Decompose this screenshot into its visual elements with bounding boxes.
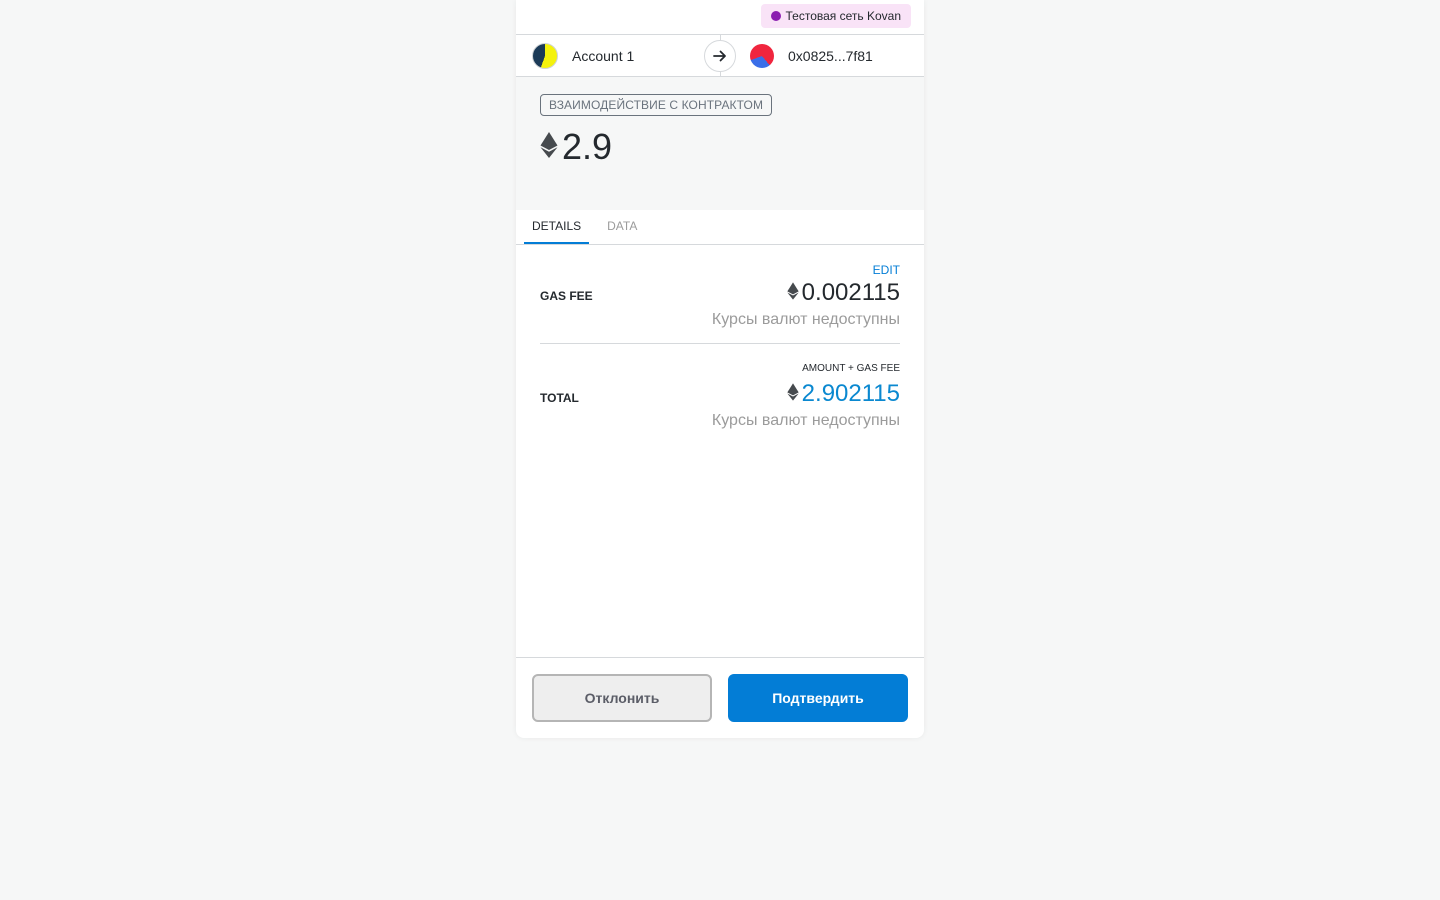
details-divider bbox=[540, 343, 900, 344]
details-panel: EDIT GAS FEE 0.002115 Курсы валют недост… bbox=[516, 261, 924, 430]
arrow-right-icon bbox=[704, 40, 736, 72]
edit-row: EDIT bbox=[540, 261, 900, 277]
network-label: Тестовая сеть Kovan bbox=[785, 9, 902, 23]
tab-details[interactable]: DETAILS bbox=[524, 210, 590, 244]
reject-button[interactable]: Отклонить bbox=[532, 674, 712, 722]
eth-icon bbox=[787, 279, 799, 307]
transaction-summary: ВЗАИМОДЕЙСТВИЕ С КОНТРАКТОМ 2.9 bbox=[516, 77, 924, 210]
recipient-avatar-icon bbox=[750, 43, 774, 68]
total-value: 2.902115 bbox=[801, 380, 900, 407]
total-label: TOTAL bbox=[540, 391, 579, 405]
details-tabs: DETAILS DATA bbox=[516, 210, 924, 245]
transaction-amount: 2.9 bbox=[562, 126, 613, 167]
total-fiat: Курсы валют недоступны bbox=[711, 412, 900, 429]
amount-row: 2.9 bbox=[540, 126, 900, 168]
gas-fee-value: 0.002115 bbox=[801, 279, 900, 306]
total-values: 2.902115 Курсы валют недоступны bbox=[712, 380, 900, 430]
confirm-button[interactable]: Подтвердить bbox=[728, 674, 908, 722]
total-subheading-row: AMOUNT + GAS FEE bbox=[540, 358, 900, 376]
network-indicator[interactable]: Тестовая сеть Kovan bbox=[760, 4, 911, 28]
network-bar: Тестовая сеть Kovan bbox=[516, 0, 924, 35]
edit-gas-button[interactable]: EDIT bbox=[873, 263, 900, 277]
gas-fee-fiat: Курсы валют недоступны bbox=[711, 311, 900, 328]
gas-fee-amount: 0.002115 bbox=[712, 279, 900, 307]
sender-avatar-icon bbox=[532, 42, 558, 69]
sender[interactable]: Account 1 bbox=[516, 42, 720, 69]
total-amount: 2.902115 bbox=[712, 380, 900, 408]
sender-recipient-bar: Account 1 0x0825...7f81 bbox=[516, 34, 924, 77]
footer-actions: Отклонить Подтвердить bbox=[516, 657, 924, 738]
eth-icon bbox=[540, 131, 558, 163]
network-status-dot bbox=[770, 11, 781, 21]
recipient-address: 0x0825...7f81 bbox=[788, 47, 873, 64]
action-badge: ВЗАИМОДЕЙСТВИЕ С КОНТРАКТОМ bbox=[540, 94, 773, 116]
eth-icon bbox=[787, 380, 799, 408]
total-row: TOTAL 2.902115 Курсы валют недоступны bbox=[540, 380, 900, 430]
tab-data[interactable]: DATA bbox=[599, 210, 645, 244]
gas-fee-label: GAS FEE bbox=[540, 289, 593, 303]
gas-fee-values: 0.002115 Курсы валют недоступны bbox=[712, 279, 900, 329]
total-subheading: AMOUNT + GAS FEE bbox=[802, 363, 900, 374]
sender-name: Account 1 bbox=[572, 47, 635, 64]
recipient[interactable]: 0x0825...7f81 bbox=[720, 43, 924, 68]
confirm-transaction-popup: Тестовая сеть Kovan Account 1 0x0825...7… bbox=[516, 0, 924, 738]
gas-fee-row: GAS FEE 0.002115 Курсы валют недоступны bbox=[540, 279, 900, 329]
